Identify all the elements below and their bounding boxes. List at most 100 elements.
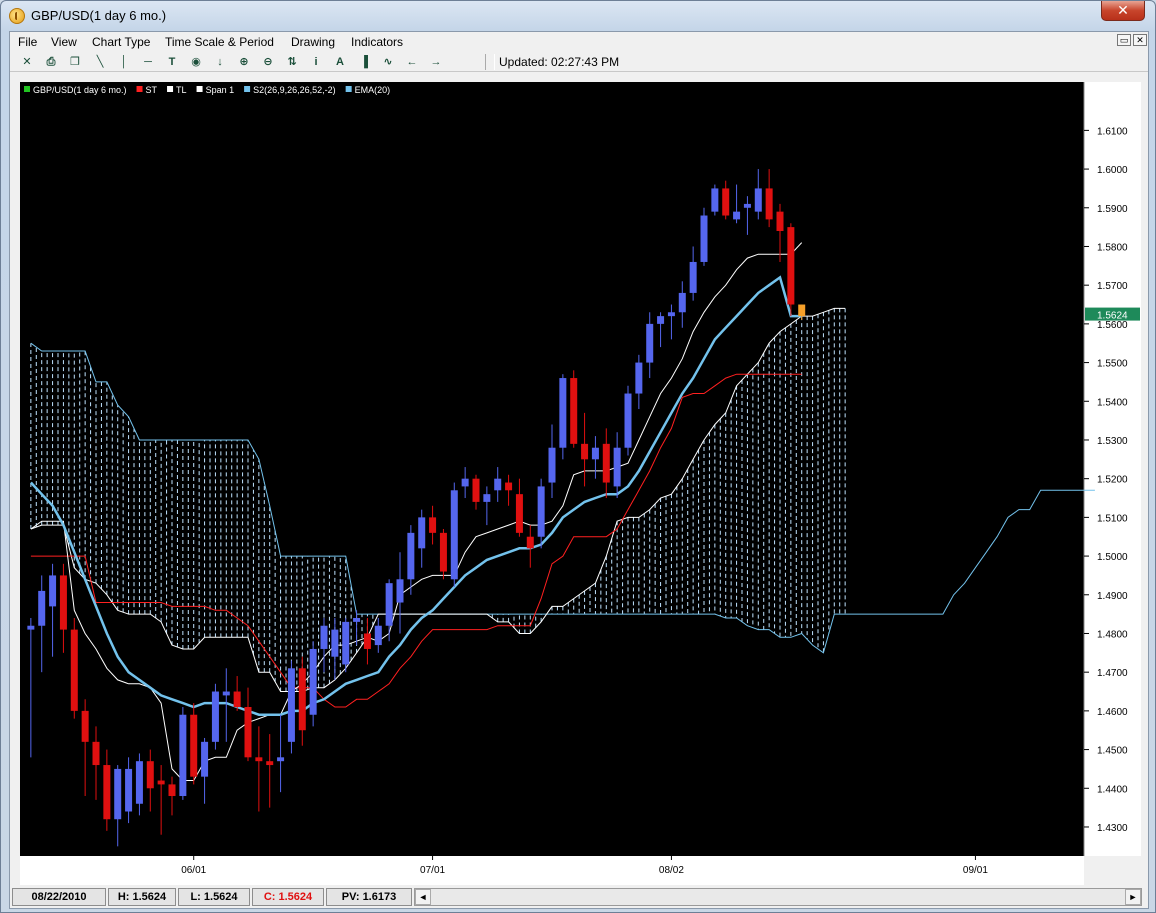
candle-body xyxy=(125,768,133,812)
candle-body xyxy=(743,203,751,208)
y-tick-label: 1.5000 xyxy=(1097,552,1128,563)
candle-body xyxy=(179,714,187,797)
candle-body xyxy=(211,691,219,742)
candle-body xyxy=(591,447,599,460)
candle-body xyxy=(559,378,567,448)
annotation-icon[interactable]: A xyxy=(333,55,347,69)
menu-file[interactable]: File xyxy=(18,35,37,49)
candle-body xyxy=(135,761,143,804)
crosshair-icon[interactable]: ✕ xyxy=(20,55,34,69)
y-tick-label: 1.4400 xyxy=(1097,784,1128,795)
legend-entry: GBP/USD(1 day 6 mo.) xyxy=(33,85,127,95)
target-icon[interactable]: ◉ xyxy=(189,55,203,69)
arrow-down-icon[interactable]: ↓ xyxy=(213,55,227,69)
candle-body xyxy=(461,478,469,487)
candle-body xyxy=(27,625,35,630)
horizontal-scrollbar[interactable]: ◄ ► xyxy=(414,888,1142,906)
candle-body xyxy=(515,494,523,533)
candle-body xyxy=(396,579,404,603)
title-bar[interactable]: GBP/USD(1 day 6 mo.) ✕ xyxy=(1,1,1155,31)
candle-body xyxy=(765,188,773,220)
candle-body xyxy=(342,621,350,665)
scroll-left-button[interactable]: ◄ xyxy=(415,889,431,905)
trendline-icon[interactable]: ╲ xyxy=(93,55,107,69)
zoom-in-icon[interactable]: ⊕ xyxy=(237,55,251,69)
copy-icon[interactable]: ❐ xyxy=(68,55,82,69)
legend-entry: ST xyxy=(146,85,158,95)
menu-indicators[interactable]: Indicators xyxy=(351,35,403,49)
chart-area[interactable]: 1.6100 1.6000 1.5900 1.5800 1.5700 1.5600 1.55… xyxy=(10,75,1141,885)
y-tick-label: 1.5500 xyxy=(1097,359,1128,370)
legend-swatch xyxy=(136,86,143,92)
legend-swatch xyxy=(345,86,352,92)
mdi-restore-button[interactable]: ▭ xyxy=(1117,34,1131,46)
candle-body xyxy=(255,757,263,762)
candle-body xyxy=(320,625,328,649)
y-tick-label: 1.5900 xyxy=(1097,204,1128,215)
vertical-line-icon[interactable]: │ xyxy=(117,55,131,69)
menu-bar: File View Chart Type Time Scale & Period… xyxy=(10,32,1148,52)
menu-drawing[interactable]: Drawing xyxy=(291,35,335,49)
x-tick-label: 08/02 xyxy=(659,865,684,876)
chart-window: File View Chart Type Time Scale & Period… xyxy=(9,31,1149,909)
menu-view[interactable]: View xyxy=(51,35,77,49)
scroll-right-button[interactable]: ► xyxy=(1125,889,1141,905)
x-tick-label: 07/01 xyxy=(420,865,445,876)
legend-entry: TL xyxy=(176,85,187,95)
info-icon[interactable]: i xyxy=(309,55,323,69)
legend-swatch xyxy=(244,86,251,92)
zoom-out-icon[interactable]: ⊖ xyxy=(261,55,275,69)
candle-body xyxy=(613,447,621,487)
candle-body xyxy=(776,211,784,231)
candle-body xyxy=(754,188,762,212)
scroll-left-icon[interactable]: ← xyxy=(405,55,419,69)
candle-body xyxy=(277,757,285,762)
scroll-right-icon[interactable]: → xyxy=(429,55,443,69)
candle-body xyxy=(201,741,209,777)
indicator-icon[interactable]: ∿ xyxy=(381,55,395,69)
text-tool-icon[interactable]: T xyxy=(165,55,179,69)
status-low: L: 1.5624 xyxy=(178,888,250,906)
candle-body xyxy=(81,710,89,742)
y-tick-label: 1.4900 xyxy=(1097,591,1128,602)
candle-body xyxy=(646,323,654,363)
candle-body xyxy=(363,633,371,649)
app-window: GBP/USD(1 day 6 mo.) ✕ File View Chart T… xyxy=(0,0,1156,913)
candle-body xyxy=(570,378,578,444)
legend-swatch xyxy=(196,86,203,92)
horizontal-line-icon[interactable]: ─ xyxy=(141,55,155,69)
status-close: C: 1.5624 xyxy=(252,888,324,906)
legend-swatch xyxy=(167,86,174,92)
app-logo-icon xyxy=(9,8,25,24)
candle-body xyxy=(298,668,306,731)
legend-entry: S2(26,9,26,26,52,-2) xyxy=(253,85,336,95)
candle-body xyxy=(407,532,415,580)
candle-body xyxy=(472,478,480,502)
price-axis xyxy=(1084,82,1141,856)
candle-body xyxy=(92,741,100,766)
y-tick-label: 1.5700 xyxy=(1097,281,1128,292)
candle-body xyxy=(103,765,111,820)
status-date: 08/22/2010 xyxy=(12,888,106,906)
price-chart[interactable]: 1.61001.60001.59001.58001.57001.56001.55… xyxy=(10,75,1141,885)
candle-body xyxy=(287,668,295,742)
candle-body xyxy=(374,625,382,646)
print-icon[interactable]: ⎙ xyxy=(44,55,58,69)
last-price-label: 1.5624 xyxy=(1097,311,1128,322)
candle-body xyxy=(787,227,795,305)
menu-time-scale[interactable]: Time Scale & Period xyxy=(165,35,274,49)
y-tick-label: 1.4700 xyxy=(1097,668,1128,679)
legend-swatch xyxy=(24,86,30,92)
mdi-close-button[interactable]: ✕ xyxy=(1133,34,1147,46)
fit-icon[interactable]: ⇅ xyxy=(285,55,299,69)
y-tick-label: 1.5200 xyxy=(1097,475,1128,486)
candle-body xyxy=(657,316,665,324)
volume-icon[interactable]: ▐ xyxy=(357,55,371,69)
y-tick-label: 1.4500 xyxy=(1097,746,1128,757)
candle-body xyxy=(483,494,491,502)
toolbar-separator xyxy=(485,54,495,70)
candle-body xyxy=(418,517,426,549)
candle-body xyxy=(190,714,198,777)
menu-chart-type[interactable]: Chart Type xyxy=(92,35,150,49)
window-close-button[interactable]: ✕ xyxy=(1101,1,1145,21)
